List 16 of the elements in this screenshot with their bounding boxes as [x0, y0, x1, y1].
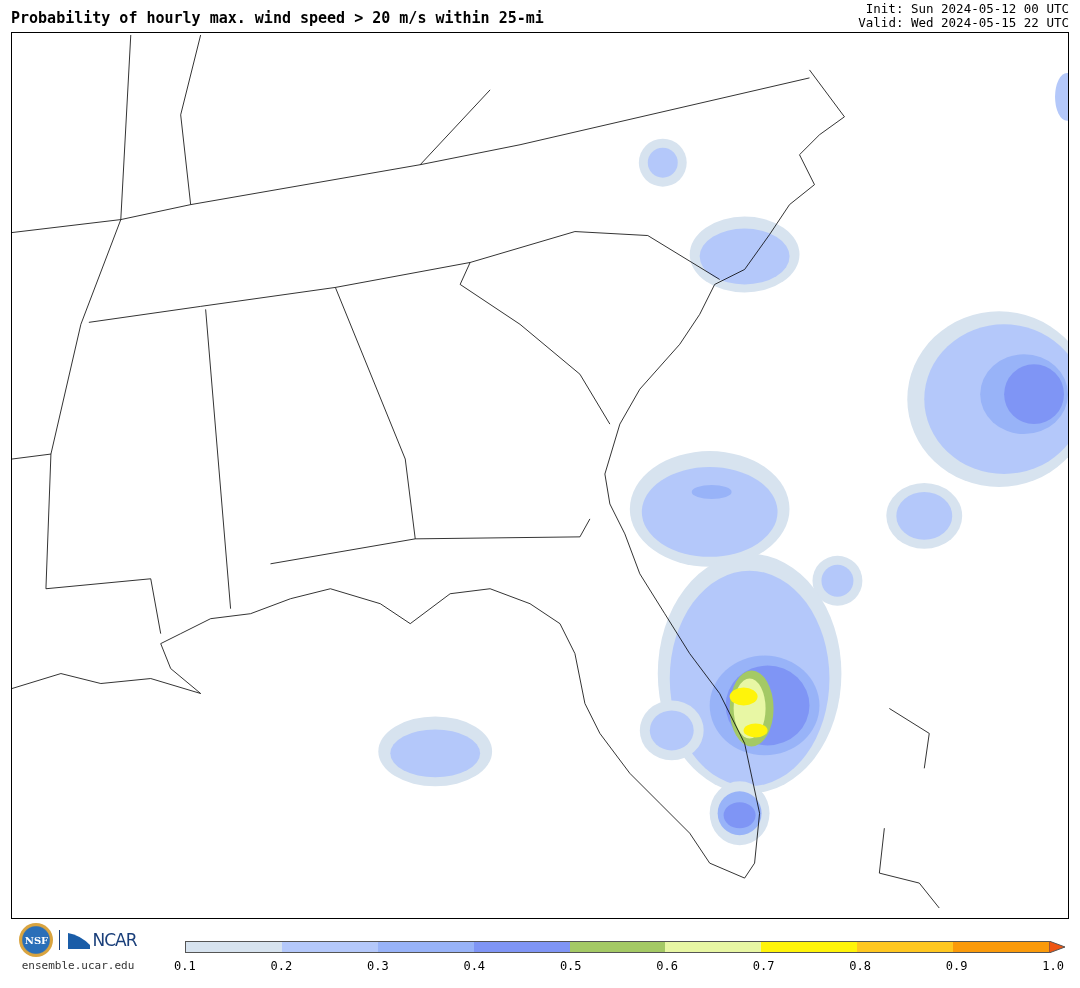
nsf-logo: NSF	[19, 923, 54, 957]
colorbar-tick-label: 1.0	[1042, 959, 1064, 973]
colorbar-tick-label: 0.3	[366, 959, 389, 973]
map-title: Probability of hourly max. wind speed > 20 m/s within 25-mi	[11, 9, 544, 29]
valid-time: Valid: Wed 2024-05-15 22 UTC	[858, 16, 1069, 30]
colorbar-tick-label: 0.9	[945, 959, 968, 973]
ncar-logo: NCAR	[59, 930, 137, 950]
colorbar-tick-label: 0.4	[463, 959, 486, 973]
website-url: ensemble.ucar.edu	[21, 959, 135, 972]
colorbar-tick-label: 0.6	[656, 959, 679, 973]
colorbar-tick-label: 0.1	[174, 959, 196, 973]
colorbar-tick-label: 0.8	[849, 959, 871, 973]
init-time: Init: Sun 2024-05-12 00 UTC	[865, 2, 1069, 16]
colorbar-tick-label: 0.7	[752, 959, 775, 973]
colorbar-tick-label: 0.2	[270, 959, 293, 973]
colorbar-tick-label: 0.5	[559, 959, 582, 973]
